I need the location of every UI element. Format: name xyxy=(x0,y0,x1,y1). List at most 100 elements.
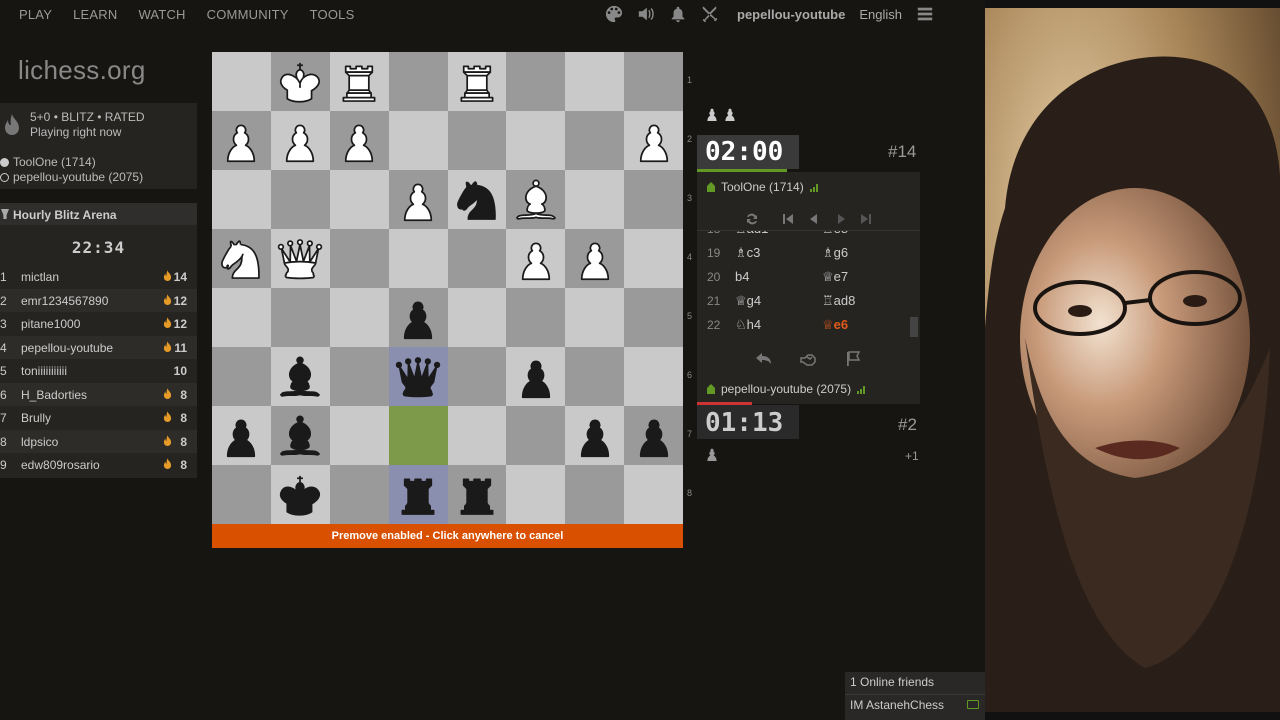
arena-header[interactable]: Hourly Blitz Arena xyxy=(0,203,197,225)
board-square[interactable] xyxy=(565,347,625,406)
board-square[interactable] xyxy=(270,465,330,524)
prev-move-icon[interactable] xyxy=(807,212,821,226)
standing-player[interactable]: Brully xyxy=(21,411,51,425)
board-square[interactable] xyxy=(506,229,566,288)
standing-player[interactable]: toniiiiiiiiiii xyxy=(21,364,67,378)
board-square[interactable] xyxy=(329,465,389,524)
white-pawn-icon[interactable] xyxy=(333,115,385,167)
board-square[interactable] xyxy=(565,111,625,170)
nav-tools[interactable]: TOOLS xyxy=(310,7,355,22)
site-logo[interactable]: lichess.org xyxy=(18,55,146,86)
black-bishop-icon[interactable] xyxy=(274,410,326,462)
standing-player[interactable]: emr1234567890 xyxy=(21,294,108,308)
board-square[interactable] xyxy=(270,52,330,111)
standing-player[interactable]: pepellou-youtube xyxy=(21,341,113,355)
board-square[interactable] xyxy=(388,347,448,406)
board-square[interactable] xyxy=(624,111,683,170)
board-square[interactable] xyxy=(270,347,330,406)
board-square[interactable] xyxy=(212,52,271,111)
board-square[interactable] xyxy=(447,52,507,111)
white-move[interactable]: ♗c3 xyxy=(735,245,760,261)
board-square[interactable] xyxy=(506,52,566,111)
board-square[interactable] xyxy=(270,170,330,229)
white-rook-icon[interactable] xyxy=(451,56,503,108)
board-square[interactable] xyxy=(270,229,330,288)
board-square[interactable] xyxy=(624,229,683,288)
black-knight-icon[interactable] xyxy=(451,174,503,226)
standing-row[interactable]: 9 edw809rosario 8 xyxy=(0,453,197,476)
board-square[interactable] xyxy=(388,465,448,524)
board-square[interactable] xyxy=(447,465,507,524)
sound-icon[interactable] xyxy=(637,5,655,23)
white-pawn-icon[interactable] xyxy=(392,174,444,226)
black-pawn-icon[interactable] xyxy=(510,351,562,403)
board-square[interactable] xyxy=(212,229,271,288)
board-square[interactable] xyxy=(565,170,625,229)
black-move[interactable]: ♖ad8 xyxy=(822,293,855,309)
board-square[interactable] xyxy=(565,406,625,465)
standing-row[interactable]: 2 emr1234567890 12 xyxy=(0,288,197,312)
board-square[interactable] xyxy=(212,288,271,347)
standing-row[interactable]: 3 pitane1000 12 xyxy=(0,312,197,335)
language-selector[interactable]: English xyxy=(859,7,902,22)
white-rook-icon[interactable] xyxy=(333,56,385,108)
board-square[interactable] xyxy=(329,111,389,170)
black-king-icon[interactable] xyxy=(274,469,326,521)
standing-player[interactable]: mictlan xyxy=(21,270,59,284)
board-square[interactable] xyxy=(506,288,566,347)
friend-entry[interactable]: IM AstanehChess xyxy=(850,698,944,712)
white-queen-icon[interactable] xyxy=(274,233,326,285)
board-square[interactable] xyxy=(329,52,389,111)
black-pawn-icon[interactable] xyxy=(215,410,267,462)
board-square[interactable] xyxy=(506,111,566,170)
standing-row[interactable]: 5 toniiiiiiiiiii 10 xyxy=(0,359,197,382)
board-square[interactable] xyxy=(270,111,330,170)
nav-play[interactable]: PLAY xyxy=(19,7,52,22)
board-square[interactable] xyxy=(329,347,389,406)
board-square[interactable] xyxy=(447,170,507,229)
hamburger-menu-icon[interactable] xyxy=(916,5,934,23)
black-rook-icon[interactable] xyxy=(392,469,444,521)
black-pawn-icon[interactable] xyxy=(628,410,680,462)
board-square[interactable] xyxy=(624,288,683,347)
board-square[interactable] xyxy=(329,288,389,347)
online-friends-count[interactable]: 1 Online friends xyxy=(850,675,934,689)
tv-icon[interactable] xyxy=(967,700,979,709)
black-pawn-icon[interactable] xyxy=(392,292,444,344)
board-square[interactable] xyxy=(506,347,566,406)
board-square[interactable] xyxy=(329,170,389,229)
white-move[interactable]: ♖ad1 xyxy=(735,231,768,237)
standing-row[interactable]: 4 pepellou-youtube 11 xyxy=(0,335,197,359)
black-player-entry[interactable]: pepellou-youtube (2075) xyxy=(0,170,143,184)
white-pawn-icon[interactable] xyxy=(569,233,621,285)
black-move[interactable]: ♕e7 xyxy=(822,269,848,285)
board-square[interactable] xyxy=(624,465,683,524)
palette-icon[interactable] xyxy=(605,5,623,23)
nav-learn[interactable]: LEARN xyxy=(73,7,117,22)
white-pawn-icon[interactable] xyxy=(628,115,680,167)
standing-player[interactable]: H_Badorties xyxy=(21,388,87,402)
takeback-icon[interactable] xyxy=(755,350,773,368)
white-pawn-icon[interactable] xyxy=(215,115,267,167)
board-square[interactable] xyxy=(624,406,683,465)
white-pawn-icon[interactable] xyxy=(274,115,326,167)
board-square[interactable] xyxy=(388,170,448,229)
white-bishop-icon[interactable] xyxy=(510,174,562,226)
board-square[interactable] xyxy=(565,52,625,111)
board-square[interactable] xyxy=(212,406,271,465)
next-move-icon[interactable] xyxy=(834,212,848,226)
standing-row[interactable]: 1 mictlan 14 xyxy=(0,265,197,288)
board-square[interactable] xyxy=(388,52,448,111)
black-bishop-icon[interactable] xyxy=(274,351,326,403)
black-move[interactable]: ♕e6 xyxy=(822,317,848,333)
move-list-scrollbar[interactable] xyxy=(910,317,918,337)
white-knight-icon[interactable] xyxy=(215,233,267,285)
standing-row[interactable]: 6 H_Badorties 8 xyxy=(0,382,197,406)
nav-community[interactable]: COMMUNITY xyxy=(207,7,289,22)
white-pawn-icon[interactable] xyxy=(510,233,562,285)
white-move[interactable]: ♕g4 xyxy=(735,293,761,309)
board-square[interactable] xyxy=(329,406,389,465)
white-move[interactable]: b4 xyxy=(735,269,749,284)
white-move[interactable]: ♘h4 xyxy=(735,317,761,333)
swords-icon[interactable] xyxy=(701,5,719,23)
